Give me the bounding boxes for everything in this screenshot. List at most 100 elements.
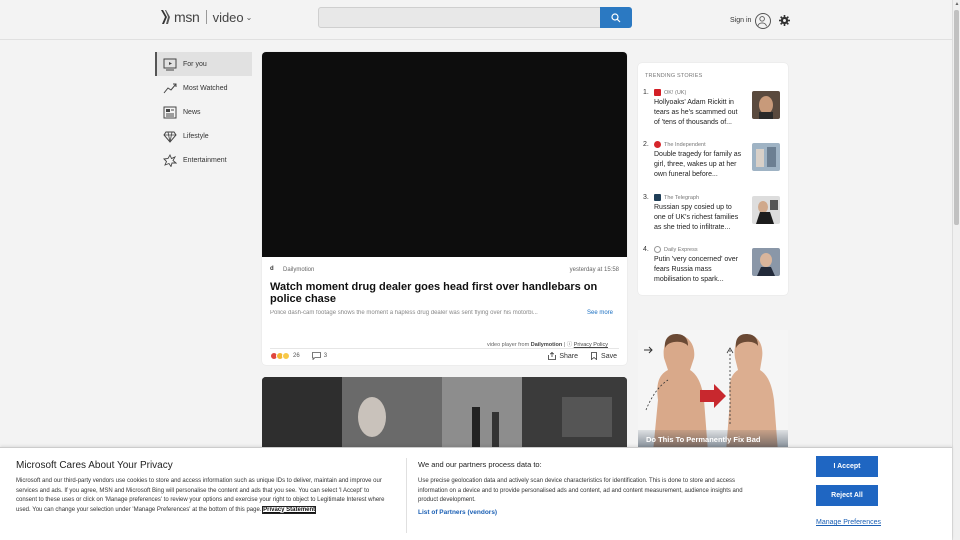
scroll-up-arrow-icon[interactable]: ▲ [954, 1, 960, 7]
comments-count: 3 [323, 353, 328, 359]
share-icon [548, 352, 557, 360]
save-label: Save [601, 352, 617, 360]
cookie-body-text: Microsoft and our third-party vendors us… [16, 478, 385, 513]
trending-thumbnail[interactable] [752, 143, 780, 171]
trending-number: 3. [643, 194, 649, 201]
trending-headline[interactable]: Russian spy cosied up to one of UK's ric… [654, 203, 742, 233]
sidebar-item-label: News [183, 108, 201, 116]
trending-headline[interactable]: Putin 'very concerned' over fears Russia… [654, 255, 742, 285]
newspaper-icon [163, 106, 177, 118]
sidebar-item-entertainment[interactable]: Entertainment [155, 148, 252, 172]
video-actions: 26 3 Share Save [270, 351, 619, 361]
trending-item[interactable]: 2. The Independent Double tragedy for fa… [643, 141, 783, 189]
logo-divider [205, 10, 207, 24]
cookie-title: Microsoft Cares About Your Privacy [16, 460, 173, 471]
trending-item[interactable]: 4. Daily Express Putin 'very concerned' … [643, 246, 783, 294]
sidebar-item-news[interactable]: News [155, 100, 252, 124]
ok-magazine-logo-icon [654, 89, 661, 96]
independent-logo-icon [654, 141, 661, 148]
trending-source-row: The Independent [654, 141, 706, 148]
msn-butterfly-icon [161, 10, 170, 24]
gear-icon[interactable] [779, 15, 790, 26]
video-description: Police dash-cam footage shows the moment… [270, 310, 538, 316]
trending-thumbnail[interactable] [752, 196, 780, 224]
trending-line-icon [163, 83, 177, 93]
dailymotion-logo-icon: d [270, 266, 274, 272]
trending-number: 2. [643, 141, 649, 148]
sign-in-link[interactable]: Sign in [730, 17, 751, 24]
page-scrollbar[interactable]: ▲ [952, 0, 960, 540]
sidebar-item-label: Entertainment [183, 156, 227, 164]
comment-icon [311, 352, 321, 360]
accept-button[interactable]: I Accept [816, 456, 878, 477]
trending-source: The Telegraph [664, 194, 700, 201]
search-button[interactable] [600, 7, 632, 28]
trending-headline[interactable]: Double tragedy for family as girl, three… [654, 150, 742, 180]
reactions-count: 26 [293, 353, 300, 359]
trending-item[interactable]: 1. OK! (UK) Hollyoaks' Adam Rickitt in t… [643, 89, 783, 137]
trending-source: Daily Express [664, 246, 698, 253]
laugh-reaction-icon [282, 352, 290, 360]
save-button[interactable]: Save [590, 352, 617, 360]
trending-number: 1. [643, 89, 649, 96]
star-burst-icon [163, 153, 177, 167]
search-icon [611, 12, 621, 22]
chevron-down-icon[interactable]: ⌄ [246, 13, 253, 22]
privacy-statement-link[interactable]: Privacy Statement [262, 505, 317, 514]
next-video-thumbnail[interactable] [262, 377, 627, 452]
trending-source-row: The Telegraph [654, 194, 699, 201]
video-card: d Dailymotion yesterday at 15:58 Watch m… [262, 52, 627, 365]
telegraph-logo-icon [654, 194, 661, 201]
video-timestamp: yesterday at 15:58 [569, 267, 619, 273]
video-source-row: d Dailymotion yesterday at 15:58 [270, 265, 619, 275]
video-title[interactable]: Watch moment drug dealer goes head first… [270, 281, 615, 305]
trending-stories-panel: TRENDING STORIES 1. OK! (UK) Hollyoaks' … [638, 63, 788, 295]
card-divider [270, 348, 619, 349]
cookie-consent-banner: Microsoft Cares About Your Privacy Micro… [0, 447, 952, 540]
sidebar-nav: For you Most Watched News Lifestyle Ente… [155, 52, 252, 172]
video-description-row: Police dash-cam footage shows the moment… [270, 310, 620, 316]
video-player[interactable] [262, 52, 627, 257]
partners-list-link[interactable]: List of Partners (vendors) [418, 509, 497, 516]
sidebar-item-label: Most Watched [183, 84, 228, 92]
see-more-link[interactable]: See more [587, 310, 613, 316]
sidebar-item-label: Lifestyle [183, 132, 209, 140]
trending-source-row: Daily Express [654, 246, 698, 253]
sidebar-item-most-watched[interactable]: Most Watched [155, 76, 252, 100]
cookie-subheading: We and our partners process data to: [418, 460, 542, 469]
sidebar-item-lifestyle[interactable]: Lifestyle [155, 124, 252, 148]
comments-button[interactable]: 3 [311, 352, 328, 360]
trending-source: OK! (UK) [664, 89, 687, 96]
reject-all-button[interactable]: Reject All [816, 485, 878, 506]
top-header: msn video ⌄ Sign in [0, 0, 952, 40]
share-button[interactable]: Share [548, 352, 578, 360]
trending-thumbnail[interactable] [752, 248, 780, 276]
trending-thumbnail[interactable] [752, 91, 780, 119]
brand-name: msn [174, 9, 200, 25]
search-input[interactable] [318, 7, 601, 28]
msn-video-logo[interactable]: msn video ⌄ [161, 8, 252, 26]
diamond-icon [163, 131, 177, 143]
advertisement[interactable]: Do This To Permanently Fix Bad [638, 330, 788, 452]
cookie-divider [406, 458, 407, 533]
cookie-purposes-text: Use precise geolocation data and activel… [418, 478, 743, 503]
bookmark-icon [591, 352, 597, 360]
trending-number: 4. [643, 246, 649, 253]
scrollbar-thumb[interactable] [954, 10, 959, 225]
play-screen-icon [163, 58, 177, 70]
trending-headline[interactable]: Hollyoaks' Adam Rickitt in tears as he's… [654, 98, 742, 128]
street-scene-image [262, 377, 627, 452]
trending-source: The Independent [664, 141, 706, 148]
reactions-button[interactable]: 26 [270, 352, 300, 360]
section-name: video [212, 9, 244, 25]
video-source[interactable]: Dailymotion [283, 267, 314, 273]
avatar-icon[interactable] [755, 13, 771, 29]
trending-item[interactable]: 3. The Telegraph Russian spy cosied up t… [643, 194, 783, 242]
sidebar-item-for-you[interactable]: For you [155, 52, 252, 76]
sidebar-item-label: For you [183, 60, 207, 68]
trending-heading: TRENDING STORIES [645, 73, 703, 79]
daily-express-logo-icon [654, 246, 661, 253]
trending-source-row: OK! (UK) [654, 89, 686, 96]
manage-preferences-link[interactable]: Manage Preferences [816, 519, 881, 526]
cookie-body: Microsoft and our third-party vendors us… [16, 477, 386, 515]
